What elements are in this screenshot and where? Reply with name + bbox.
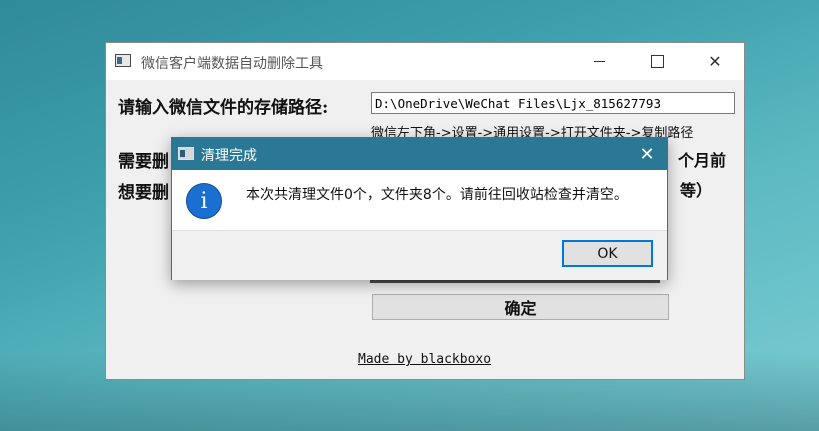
close-icon: ✕ <box>639 143 655 165</box>
completion-dialog: 清理完成 ✕ i 本次共清理文件0个，文件夹8个。请前往回收站检查并清空。 OK <box>171 137 668 280</box>
minimize-icon <box>593 61 605 62</box>
dialog-title: 清理完成 <box>201 148 257 164</box>
dialog-window-icon <box>178 147 194 160</box>
types-suffix: 等） <box>680 181 713 200</box>
dialog-message: 本次共清理文件0个，文件夹8个。请前往回收站检查并清空。 <box>246 187 628 203</box>
info-icon: i <box>186 183 222 219</box>
dialog-close-button[interactable]: ✕ <box>630 140 664 168</box>
ok-button[interactable]: OK <box>562 240 653 267</box>
dialog-titlebar: 清理完成 ✕ <box>172 138 667 170</box>
months-suffix: 个月前 <box>678 151 727 170</box>
close-button[interactable]: ✕ <box>692 43 738 80</box>
main-window-title: 微信客户端数据自动删除工具 <box>141 56 323 72</box>
main-titlebar: 微信客户端数据自动删除工具 ✕ <box>106 43 744 80</box>
path-input[interactable] <box>371 92 735 114</box>
credit-link[interactable]: Made by blackboxo <box>358 352 491 367</box>
path-label: 请输入微信文件的存储路径: <box>118 98 329 118</box>
minimize-button[interactable] <box>576 43 622 80</box>
app-window-icon <box>115 54 131 67</box>
types-label: 想要删 <box>118 183 169 203</box>
confirm-button[interactable]: 确定 <box>372 294 669 320</box>
months-label: 需要删 <box>118 152 169 172</box>
close-icon: ✕ <box>708 52 722 71</box>
maximize-button[interactable] <box>634 43 680 80</box>
maximize-icon <box>650 55 664 68</box>
dialog-footer: OK <box>172 230 667 280</box>
